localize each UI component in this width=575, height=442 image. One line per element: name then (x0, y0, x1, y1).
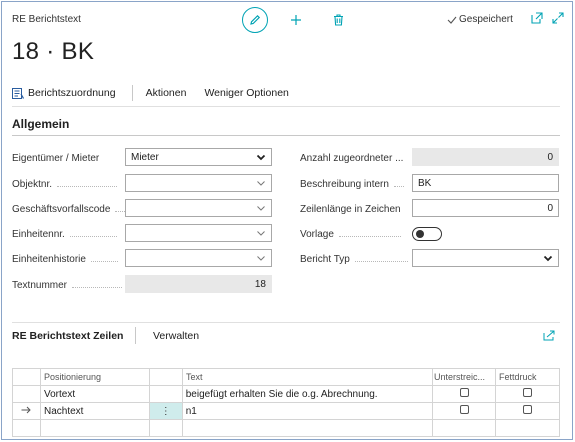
report-assignment-label: Berichtszuordnung (28, 87, 116, 99)
table-row[interactable]: Vortext beigefügt erhalten Sie die o.g. … (12, 385, 560, 403)
fewer-options-button[interactable]: Weniger Optionen (204, 87, 288, 99)
bold-checkbox[interactable] (523, 405, 533, 414)
chevron-down-icon (257, 181, 265, 186)
saved-status: Gespeichert (447, 14, 513, 25)
line-length-value: 0 (547, 202, 553, 214)
share-button[interactable] (543, 330, 555, 342)
trash-icon (333, 14, 343, 26)
owner-tenant-label: Eigentümer / Mieter (12, 153, 100, 164)
pencil-icon (250, 14, 261, 25)
toggle-knob (416, 230, 424, 238)
bold-cell[interactable] (495, 385, 560, 403)
plus-icon (291, 15, 301, 25)
transaction-code-field[interactable] (125, 199, 272, 217)
owner-tenant-value: Mieter (131, 151, 159, 163)
divider (12, 106, 560, 107)
action-bar: Berichtszuordnung Aktionen Weniger Optio… (12, 84, 289, 102)
chevron-down-icon (257, 231, 265, 236)
text-number-field: 18 (125, 275, 272, 293)
text-number-label: Textnummer (12, 280, 123, 291)
checkmark-icon (447, 16, 457, 24)
unit-history-label: Einheitenhistorie (12, 254, 118, 265)
page-caption: RE Berichtstext (12, 14, 81, 25)
assigned-count-value: 0 (547, 151, 553, 163)
row-indicator (12, 402, 41, 420)
underline-checkbox[interactable] (459, 388, 469, 397)
line-length-field[interactable]: 0 (412, 199, 559, 217)
report-type-label: Bericht Typ (300, 254, 408, 265)
expand-icon (552, 12, 564, 24)
internal-description-label: Beschreibung intern (300, 179, 404, 190)
arrow-right-icon (21, 406, 32, 413)
lines-title: RE Berichtstext Zeilen (12, 330, 124, 342)
unit-no-label: Einheitennr. (12, 229, 117, 240)
open-new-window-icon (531, 12, 543, 24)
saved-label: Gespeichert (459, 14, 513, 25)
text-number-value: 18 (254, 278, 266, 290)
expand-button[interactable] (552, 12, 566, 26)
positioning-cell[interactable]: Nachtext (39, 402, 150, 420)
chevron-down-icon (543, 255, 553, 262)
chevron-down-icon (256, 154, 266, 161)
more-options-icon: ⋮ (160, 405, 171, 417)
divider (12, 322, 560, 323)
template-label: Vorlage (300, 229, 401, 240)
unit-no-field[interactable] (125, 224, 272, 242)
page-frame: RE Berichtstext 18 · BK Gespeichert Beri… (1, 1, 573, 440)
manage-menu[interactable]: Verwalten (153, 330, 199, 342)
divider (12, 135, 560, 136)
row-menu-button[interactable]: ⋮ (148, 402, 183, 420)
internal-description-value: BK (418, 177, 432, 189)
text-cell[interactable]: n1 (181, 402, 434, 420)
share-icon (543, 330, 555, 341)
assigned-count-label: Anzahl zugeordneter ... (300, 153, 404, 164)
underline-cell[interactable] (432, 402, 497, 420)
chevron-down-icon (257, 206, 265, 211)
fewer-options-label: Weniger Optionen (204, 87, 289, 99)
underline-cell[interactable] (432, 385, 497, 403)
row-menu-cell (148, 385, 183, 403)
assigned-count-field: 0 (412, 148, 559, 166)
table-row-empty[interactable] (12, 419, 560, 437)
object-no-field[interactable] (125, 174, 272, 192)
lines-separator (135, 327, 136, 344)
row-indicator (12, 385, 41, 403)
bold-cell[interactable] (495, 402, 560, 420)
action-separator (131, 85, 133, 101)
transaction-code-label: Geschäftsvorfallscode (12, 204, 130, 215)
report-icon (12, 87, 24, 99)
actions-menu[interactable]: Aktionen (146, 87, 187, 99)
underline-checkbox[interactable] (459, 405, 469, 414)
edit-button[interactable] (242, 7, 268, 33)
actions-label: Aktionen (145, 87, 187, 99)
delete-button[interactable] (329, 11, 347, 29)
bold-checkbox[interactable] (523, 388, 533, 397)
template-toggle[interactable] (412, 227, 442, 241)
line-length-label: Zeilenlänge in Zeichen (300, 204, 401, 215)
internal-description-field[interactable]: BK (412, 174, 559, 192)
open-new-window-button[interactable] (531, 12, 545, 26)
report-type-select[interactable] (412, 249, 559, 267)
object-no-label: Objektnr. (12, 179, 118, 190)
unit-history-field[interactable] (125, 249, 272, 267)
text-cell[interactable]: beigefügt erhalten Sie die o.g. Abrechnu… (181, 385, 434, 403)
owner-tenant-select[interactable]: Mieter (125, 148, 272, 166)
lines-table: Vortext beigefügt erhalten Sie die o.g. … (12, 368, 560, 437)
chevron-down-icon (257, 256, 265, 261)
table-row[interactable]: Nachtext ⋮ n1 (12, 402, 560, 420)
section-title-general: Allgemein (12, 117, 70, 131)
page-title: 18 · BK (12, 38, 95, 65)
new-button[interactable] (287, 11, 305, 29)
report-assignment-action[interactable]: Berichtszuordnung (12, 87, 116, 99)
positioning-cell[interactable]: Vortext (39, 385, 150, 403)
